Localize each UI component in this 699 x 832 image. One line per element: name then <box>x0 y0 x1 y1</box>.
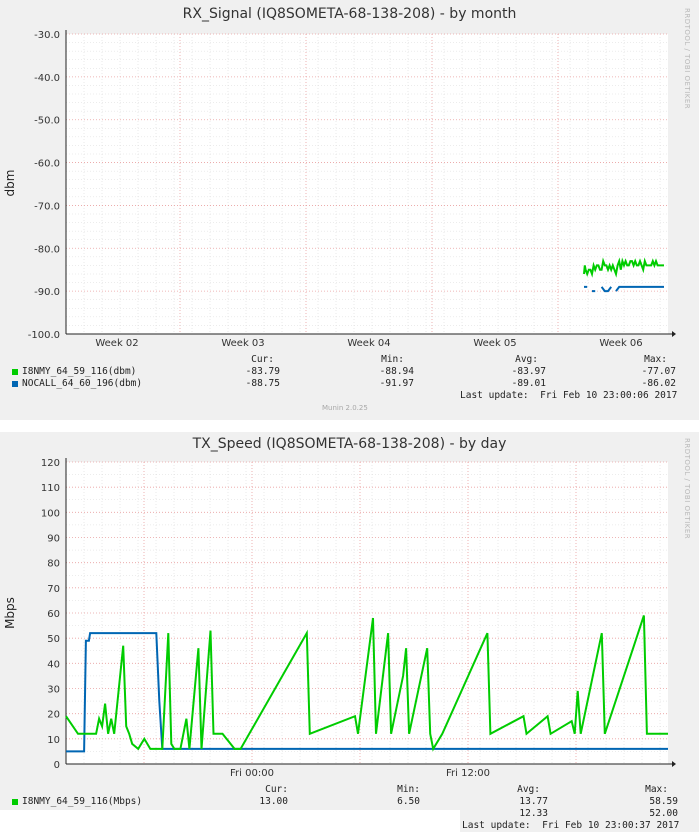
series1-max: 58.59 <box>649 796 678 807</box>
y-tick-label: -70.0 <box>34 201 60 212</box>
legend-item-series2: NOCALL_64_60_196(dbm) <box>12 378 142 389</box>
series2-max: 52.00 <box>649 808 678 819</box>
y-tick-label: 40 <box>47 659 60 670</box>
y-tick-label: 110 <box>41 483 60 494</box>
series1-min: -88.94 <box>379 366 414 377</box>
x-tick-label: Week 02 <box>95 338 138 349</box>
series2-min: -91.97 <box>379 378 414 389</box>
y-tick-label: -90.0 <box>34 287 60 298</box>
series2-max: -86.02 <box>641 378 676 389</box>
y-tick-label: 0 <box>54 760 60 771</box>
legend-header-min: Min: <box>381 354 404 365</box>
series1-avg: -83.97 <box>511 366 546 377</box>
y-tick-label: -40.0 <box>34 73 60 84</box>
y-tick-label: 20 <box>47 710 60 721</box>
legend-swatch <box>12 368 18 375</box>
tx-speed-panel: TX_Speed (IQ8SOMETA-68-138-208) - by day… <box>0 432 699 832</box>
panel-separator <box>0 420 699 432</box>
legend-header-cur: Cur: <box>251 354 274 365</box>
series2-avg: 12.33 <box>519 808 548 819</box>
y-tick-label: -100.0 <box>28 330 60 341</box>
series1-min: 6.50 <box>397 796 420 807</box>
x-tick-label: Week 05 <box>473 338 516 349</box>
y-tick-label: -60.0 <box>34 159 60 170</box>
legend-header-cur: Cur: <box>265 784 288 795</box>
y-tick-label: 50 <box>47 634 60 645</box>
legend-header-max: Max: <box>644 354 667 365</box>
series2-cur: -88.75 <box>245 378 280 389</box>
y-tick-label: 100 <box>41 508 60 519</box>
legend-swatch <box>12 380 18 387</box>
legend-label: I8NMY_64_59_116(dbm) <box>22 366 137 377</box>
last-update: Last update: Fri Feb 10 23:00:06 2017 <box>460 390 678 401</box>
rx-signal-panel: RX_Signal (IQ8SOMETA-68-138-208) - by mo… <box>0 0 699 420</box>
x-tick-label: Week 03 <box>221 338 264 349</box>
y-tick-label: 60 <box>47 609 60 620</box>
y-tick-label: 70 <box>47 584 60 595</box>
legend-header-max: Max: <box>645 784 668 795</box>
legend-item-series1: I8NMY_64_59_116(dbm) <box>12 366 136 377</box>
rx-signal-plot: -30.0 -40.0 -50.0 -60.0 -70.0 -80.0 -90.0 -100.… <box>28 30 676 349</box>
y-tick-label: 30 <box>47 685 60 696</box>
y-tick-label: -50.0 <box>34 116 60 127</box>
y-tick-label: 90 <box>47 534 60 545</box>
y-tick-label: -30.0 <box>34 30 60 41</box>
last-update: Last update: Fri Feb 10 23:00:37 2017 <box>462 820 680 831</box>
series2-avg: -89.01 <box>511 378 546 389</box>
legend-header-avg: Avg: <box>517 784 540 795</box>
x-tick-label: Week 06 <box>599 338 642 349</box>
x-axis-arrow <box>672 331 676 337</box>
legend-item-series1: I8NMY_64_59_116(Mbps) <box>12 796 142 807</box>
munin-version: Munin 2.0.25 <box>322 404 368 412</box>
y-tick-label: 120 <box>41 458 60 469</box>
legend-header-avg: Avg: <box>515 354 538 365</box>
series1-cur: 13.00 <box>259 796 288 807</box>
legend-label: I8NMY_64_59_116(Mbps) <box>22 796 143 807</box>
legend-swatch <box>12 798 18 805</box>
x-tick-label: Fri 00:00 <box>230 768 274 779</box>
blank-area <box>0 810 460 832</box>
series1-cur: -83.79 <box>245 366 280 377</box>
series1-max: -77.07 <box>641 366 676 377</box>
y-tick-label: 10 <box>47 735 60 746</box>
x-tick-label: Fri 12:00 <box>446 768 490 779</box>
legend-header-min: Min: <box>397 784 420 795</box>
legend-label: NOCALL_64_60_196(dbm) <box>22 378 143 389</box>
y-tick-label: -80.0 <box>34 244 60 255</box>
x-tick-label: Week 04 <box>347 338 390 349</box>
tx-speed-plot: 1201101009080706050403020100Fri 00:00 Fri… <box>41 458 676 779</box>
series1-avg: 13.77 <box>519 796 548 807</box>
x-axis-arrow <box>672 761 676 767</box>
y-tick-label: 80 <box>47 559 60 570</box>
